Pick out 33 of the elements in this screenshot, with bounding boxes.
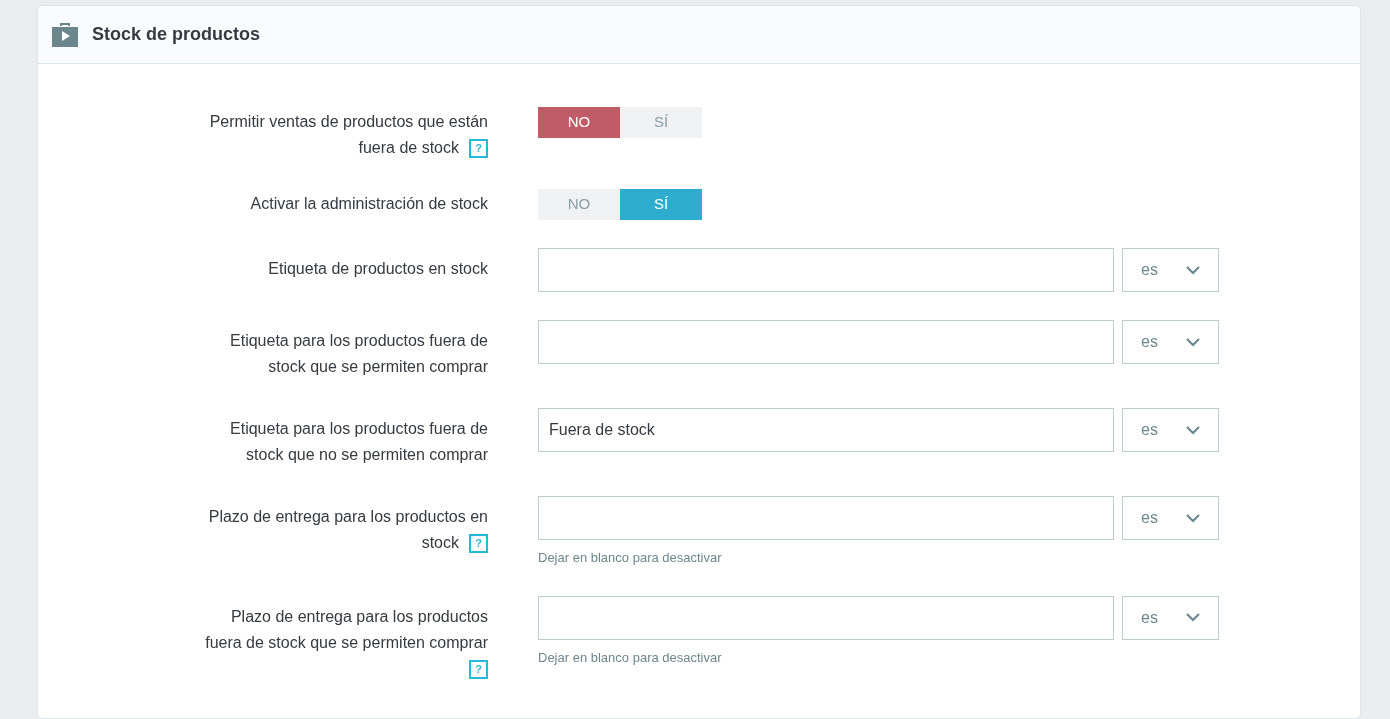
language-select[interactable]: es: [1122, 595, 1219, 640]
chevron-down-icon: [1186, 613, 1200, 622]
text-field[interactable]: [538, 496, 1114, 540]
field-label: Etiqueta de productos en stock: [267, 259, 488, 279]
text-field[interactable]: [538, 248, 1114, 292]
toggle-option[interactable]: SÍ: [620, 189, 702, 220]
text-field[interactable]: [538, 320, 1114, 364]
chevron-down-icon: [1186, 337, 1200, 347]
toggle-option[interactable]: NO: [538, 107, 620, 138]
field-label: Etiqueta para los productos fuera de stock que no se permiten comprar: [229, 419, 488, 465]
chevron-down-icon: [1186, 425, 1200, 435]
chevron-down-icon: [1186, 513, 1200, 523]
language-select[interactable]: es: [1122, 320, 1219, 364]
chevron-down-icon: [1186, 265, 1200, 275]
toggle-option[interactable]: SÍ: [620, 107, 702, 138]
text-field[interactable]: Fuera de stock: [538, 408, 1114, 452]
panel-title: Stock de productos: [92, 23, 261, 46]
help-icon[interactable]: ?: [469, 659, 488, 679]
language-select[interactable]: es: [1122, 248, 1219, 292]
help-text: Dejar en blanco para desactivar: [538, 549, 723, 567]
field-label: Plazo de entrega para los productos en stock ?: [198, 496, 488, 568]
language-select[interactable]: es: [1122, 496, 1219, 540]
field-label: Plazo de entrega para los productos fuera de stock que se permiten comprar ?: [198, 595, 488, 682]
field-label: Etiqueta para los productos fuera de stock que se permiten comprar: [229, 331, 488, 377]
toggle-option[interactable]: NO: [538, 189, 620, 220]
briefcase-icon: [52, 22, 78, 47]
text-field[interactable]: [538, 595, 1114, 640]
field-label: Permitir ventas de productos que están fuera de stock ?: [198, 107, 488, 161]
field-label: Activar la administración de stock: [249, 194, 488, 214]
help-text: Dejar en blanco para desactivar: [538, 648, 723, 667]
help-icon[interactable]: ?: [469, 139, 488, 159]
help-icon[interactable]: ?: [469, 534, 488, 554]
language-select[interactable]: es: [1122, 408, 1219, 452]
